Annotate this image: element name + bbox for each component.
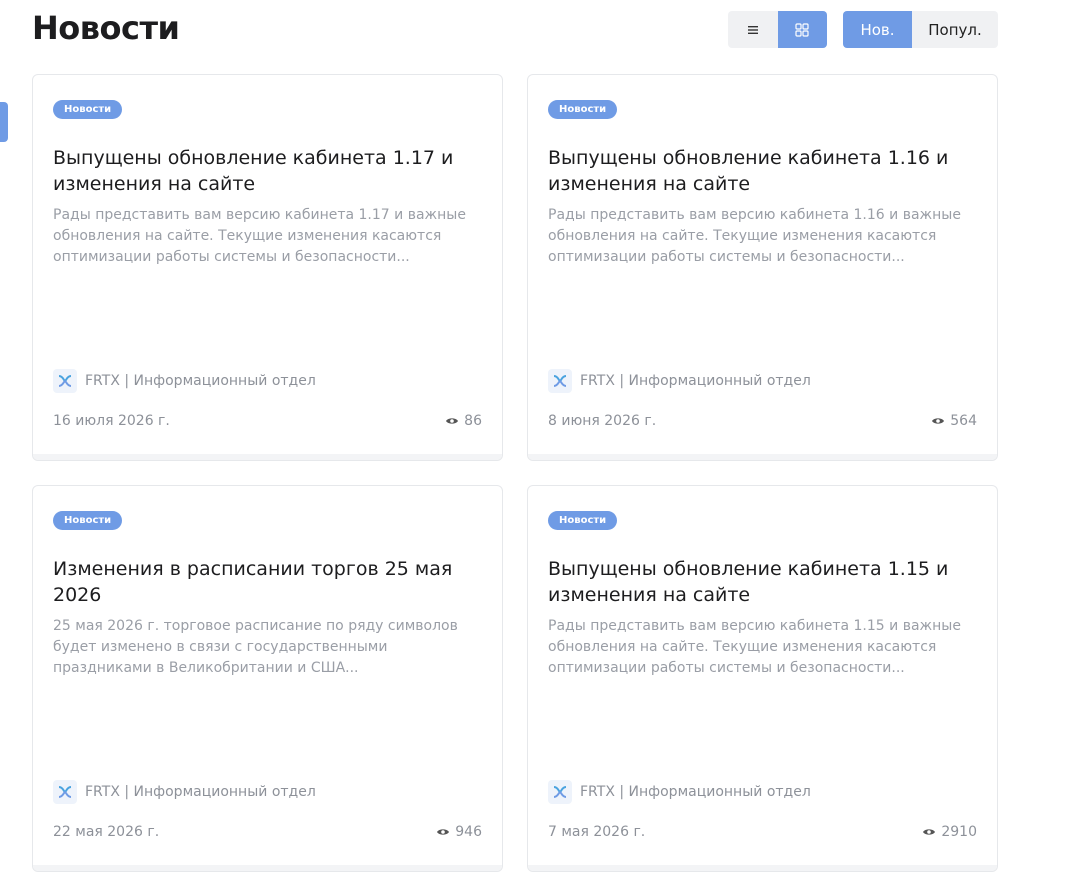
author-name: FRTX | Информационный отдел xyxy=(85,784,316,800)
publish-date: 8 июня 2026 г. xyxy=(548,413,657,429)
author: FRTX | Информационный отдел xyxy=(548,369,811,393)
list-view-button[interactable] xyxy=(728,11,778,48)
category-badge: Новости xyxy=(53,100,123,119)
view-toggle xyxy=(728,11,827,48)
list-icon xyxy=(747,25,758,34)
eye-icon xyxy=(446,418,459,424)
side-panel-tab[interactable] xyxy=(0,102,8,142)
author-name: FRTX | Информационный отдел xyxy=(580,373,811,389)
page-title: Новости xyxy=(32,9,180,47)
view-count: 946 xyxy=(436,824,482,840)
card-excerpt: Рады представить вам версию кабинета 1.1… xyxy=(53,207,466,265)
category-badge: Новости xyxy=(53,511,123,530)
frtx-logo-icon xyxy=(53,780,77,804)
publish-date: 16 июля 2026 г. xyxy=(53,413,170,429)
publish-date: 7 мая 2026 г. xyxy=(548,824,646,840)
view-count-value: 86 xyxy=(464,413,482,429)
sort-newest-button[interactable]: Нов. xyxy=(843,11,912,48)
sort-toggle: Нов. Попул. xyxy=(843,11,998,48)
category-badge: Новости xyxy=(548,511,618,530)
view-count: 564 xyxy=(931,413,977,429)
card-title[interactable]: Выпущены обновление кабинета 1.17 и изме… xyxy=(53,145,473,197)
author-name: FRTX | Информационный отдел xyxy=(85,373,316,389)
publish-date: 22 мая 2026 г. xyxy=(53,824,160,840)
news-card[interactable]: Новости Выпущены обновление кабинета 1.1… xyxy=(32,74,503,461)
category-badge: Новости xyxy=(548,100,618,119)
card-excerpt: Рады представить вам версию кабинета 1.1… xyxy=(548,207,961,265)
frtx-logo-icon xyxy=(548,369,572,393)
card-title[interactable]: Выпущены обновление кабинета 1.16 и изме… xyxy=(548,145,968,197)
news-card[interactable]: Новости Выпущены обновление кабинета 1.1… xyxy=(527,485,998,872)
view-count-value: 564 xyxy=(950,413,977,429)
sort-popular-button[interactable]: Попул. xyxy=(912,11,998,48)
card-excerpt: Рады представить вам версию кабинета 1.1… xyxy=(548,618,961,676)
grid-view-button[interactable] xyxy=(777,11,827,48)
view-count: 2910 xyxy=(922,824,977,840)
eye-icon xyxy=(437,829,450,835)
news-card[interactable]: Новости Изменения в расписании торгов 25… xyxy=(32,485,503,872)
news-page: Новости Нов. Попул. Новости Выпущены обн… xyxy=(0,0,1076,887)
author: FRTX | Информационный отдел xyxy=(53,369,316,393)
grid-icon xyxy=(795,22,809,37)
view-count-value: 2910 xyxy=(941,824,977,840)
eye-icon xyxy=(932,418,945,424)
frtx-logo-icon xyxy=(53,369,77,393)
frtx-logo-icon xyxy=(548,780,572,804)
card-excerpt: 25 мая 2026 г. торговое расписание по ря… xyxy=(53,618,458,676)
author-name: FRTX | Информационный отдел xyxy=(580,784,811,800)
card-title[interactable]: Выпущены обновление кабинета 1.15 и изме… xyxy=(548,556,968,608)
author: FRTX | Информационный отдел xyxy=(53,780,316,804)
card-title[interactable]: Изменения в расписании торгов 25 мая 202… xyxy=(53,556,473,608)
eye-icon xyxy=(923,829,936,835)
author: FRTX | Информационный отдел xyxy=(548,780,811,804)
view-count: 86 xyxy=(445,413,482,429)
news-card[interactable]: Новости Выпущены обновление кабинета 1.1… xyxy=(527,74,998,461)
view-count-value: 946 xyxy=(455,824,482,840)
